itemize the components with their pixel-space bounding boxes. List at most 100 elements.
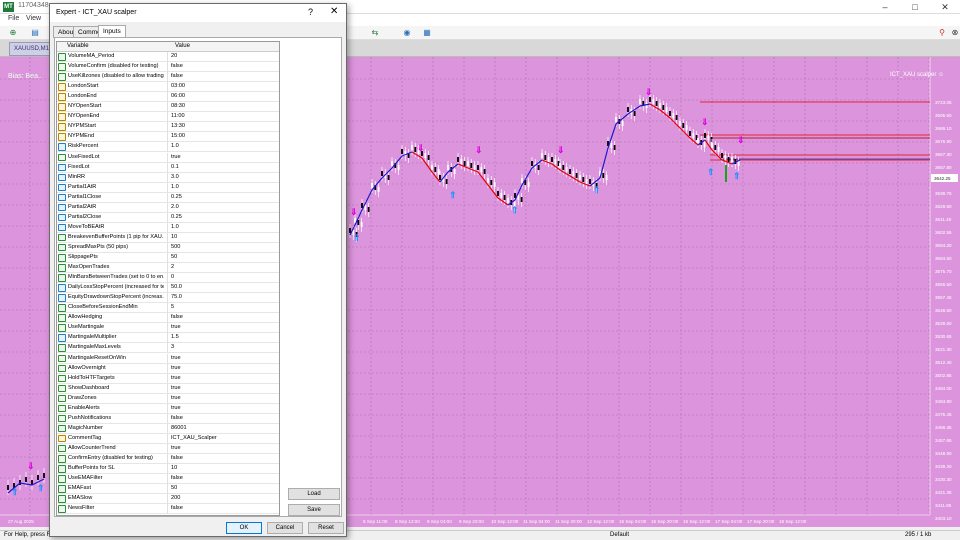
param-value[interactable]: 0.25: [167, 212, 279, 223]
inputs-grid[interactable]: Variable Value VolumeMA_Period 20 VolumeCo…: [56, 41, 280, 516]
param-value[interactable]: true: [167, 152, 279, 162]
param-value[interactable]: true: [167, 443, 279, 454]
param-value[interactable]: 50: [167, 484, 279, 494]
param-row[interactable]: AllowOvernight true: [57, 363, 279, 374]
param-row[interactable]: DailyLossStopPercent (increased for te..…: [57, 283, 279, 294]
param-value[interactable]: 0.25: [167, 192, 279, 203]
menu-file[interactable]: File: [8, 15, 19, 22]
param-row[interactable]: MagicNumber 86001: [57, 423, 279, 434]
param-row[interactable]: EMAFast 50: [57, 484, 279, 495]
param-row[interactable]: UseEMAFilter false: [57, 474, 279, 485]
param-value[interactable]: 2.0: [167, 202, 279, 213]
ok-button[interactable]: OK: [226, 522, 262, 534]
save-button[interactable]: Save: [288, 504, 340, 516]
param-value[interactable]: 0: [167, 273, 279, 283]
param-row[interactable]: CommentTag ICT_XAU_Scalper: [57, 433, 279, 444]
dialog-close-button[interactable]: ✕: [330, 6, 338, 17]
param-row[interactable]: SlippagePts 50: [57, 253, 279, 264]
load-button[interactable]: Load: [288, 488, 340, 500]
periods-icon[interactable]: ▦: [420, 28, 434, 38]
param-value[interactable]: 10: [167, 232, 279, 243]
param-value[interactable]: false: [167, 72, 279, 82]
param-row[interactable]: NYOpenStart 08:30: [57, 102, 279, 113]
param-row[interactable]: UseMartingale true: [57, 323, 279, 334]
param-value[interactable]: false: [167, 454, 279, 464]
param-value[interactable]: 500: [167, 242, 279, 253]
maximize-button[interactable]: □: [900, 0, 930, 14]
param-row[interactable]: MaxOpenTrades 2: [57, 263, 279, 274]
param-value[interactable]: 11:00: [167, 112, 279, 122]
param-value[interactable]: false: [167, 413, 279, 424]
param-value[interactable]: true: [167, 323, 279, 333]
param-value[interactable]: true: [167, 353, 279, 363]
param-row[interactable]: NYPMStart 13:30: [57, 122, 279, 133]
param-row[interactable]: Partial1AtR 1.0: [57, 182, 279, 193]
param-value[interactable]: 15:00: [167, 132, 279, 142]
param-value[interactable]: false: [167, 474, 279, 484]
param-row[interactable]: AllowHedging false: [57, 313, 279, 324]
cancel-button[interactable]: Cancel: [267, 522, 303, 534]
param-value[interactable]: 1.0: [167, 142, 279, 152]
param-value[interactable]: 3.0: [167, 172, 279, 183]
param-value[interactable]: true: [167, 373, 279, 384]
param-row[interactable]: HoldToHTFTargets true: [57, 373, 279, 384]
param-row[interactable]: ShowDashboard true: [57, 383, 279, 394]
param-value[interactable]: 20: [167, 52, 279, 62]
param-value[interactable]: false: [167, 313, 279, 323]
param-value[interactable]: 1.5: [167, 333, 279, 343]
param-row[interactable]: EMASlow 200: [57, 494, 279, 505]
param-value[interactable]: true: [167, 363, 279, 374]
param-row[interactable]: Partial1Close 0.25: [57, 192, 279, 203]
param-row[interactable]: MoveToBEAtR 1.0: [57, 222, 279, 233]
help-button[interactable]: ?: [308, 7, 313, 17]
param-row[interactable]: LondonStart 03:00: [57, 82, 279, 93]
param-row[interactable]: Partial2Close 0.25: [57, 212, 279, 223]
param-row[interactable]: UseFixedLot true: [57, 152, 279, 163]
param-row[interactable]: MartingaleResetOnWin true: [57, 353, 279, 364]
param-value[interactable]: 3: [167, 343, 279, 353]
param-row[interactable]: CloseBeforeSessionEndMin 5: [57, 303, 279, 314]
param-value[interactable]: false: [167, 62, 279, 72]
param-row[interactable]: LondonEnd 06:00: [57, 92, 279, 103]
profiles-icon[interactable]: ▤: [28, 28, 42, 38]
param-row[interactable]: MinRR 3.0: [57, 172, 279, 183]
param-row[interactable]: SpreadMaxPts (50 pips) 500: [57, 242, 279, 253]
param-value[interactable]: 08:30: [167, 102, 279, 112]
param-row[interactable]: ConfirmEntry (disabled for testing) false: [57, 454, 279, 465]
reset-button[interactable]: Reset: [308, 522, 344, 534]
param-row[interactable]: BreakevenBufferPoints (1 pip for XAU... 1…: [57, 232, 279, 243]
param-value[interactable]: 1.0: [167, 182, 279, 193]
param-value[interactable]: 50.0: [167, 283, 279, 293]
param-value[interactable]: 75.0: [167, 293, 279, 303]
param-row[interactable]: AllowCounterTrend true: [57, 443, 279, 454]
param-value[interactable]: 86001: [167, 423, 279, 434]
param-value[interactable]: ICT_XAU_Scalper: [167, 433, 279, 444]
param-row[interactable]: NYOpenEnd 11:00: [57, 112, 279, 123]
param-row[interactable]: NewsFilter false: [57, 504, 279, 515]
param-row[interactable]: MinBarsBetweenTrades (set to 0 to en... 0: [57, 273, 279, 284]
param-row[interactable]: VolumeConfirm (disabled for testing) fals…: [57, 62, 279, 73]
param-value[interactable]: 2: [167, 263, 279, 273]
param-value[interactable]: 1.0: [167, 222, 279, 233]
auto-trading-icon[interactable]: ⇆: [368, 28, 382, 38]
param-row[interactable]: MartingaleMultiplier 1.5: [57, 333, 279, 344]
param-value[interactable]: 03:00: [167, 82, 279, 92]
column-variable[interactable]: Variable: [67, 43, 89, 49]
param-row[interactable]: DrawZones true: [57, 393, 279, 404]
menu-view[interactable]: View: [26, 15, 41, 22]
minimize-button[interactable]: –: [870, 0, 900, 14]
param-row[interactable]: UseKillzones (disabled to allow trading …: [57, 72, 279, 83]
search-icon[interactable]: ⚲: [935, 28, 949, 38]
param-row[interactable]: PushNotifications false: [57, 413, 279, 424]
param-value[interactable]: true: [167, 403, 279, 414]
new-chart-icon[interactable]: ⊕: [6, 28, 20, 38]
param-row[interactable]: VolumeMA_Period 20: [57, 52, 279, 63]
param-row[interactable]: EnableAlerts true: [57, 403, 279, 414]
param-row[interactable]: Partial2AtR 2.0: [57, 202, 279, 213]
param-value[interactable]: 200: [167, 494, 279, 504]
param-value[interactable]: 06:00: [167, 92, 279, 102]
param-value[interactable]: 50: [167, 253, 279, 263]
column-value[interactable]: Value: [175, 43, 190, 49]
param-row[interactable]: EquityDrawdownStopPercent (increas... 75.…: [57, 293, 279, 304]
indicators-icon[interactable]: ◉: [400, 28, 414, 38]
